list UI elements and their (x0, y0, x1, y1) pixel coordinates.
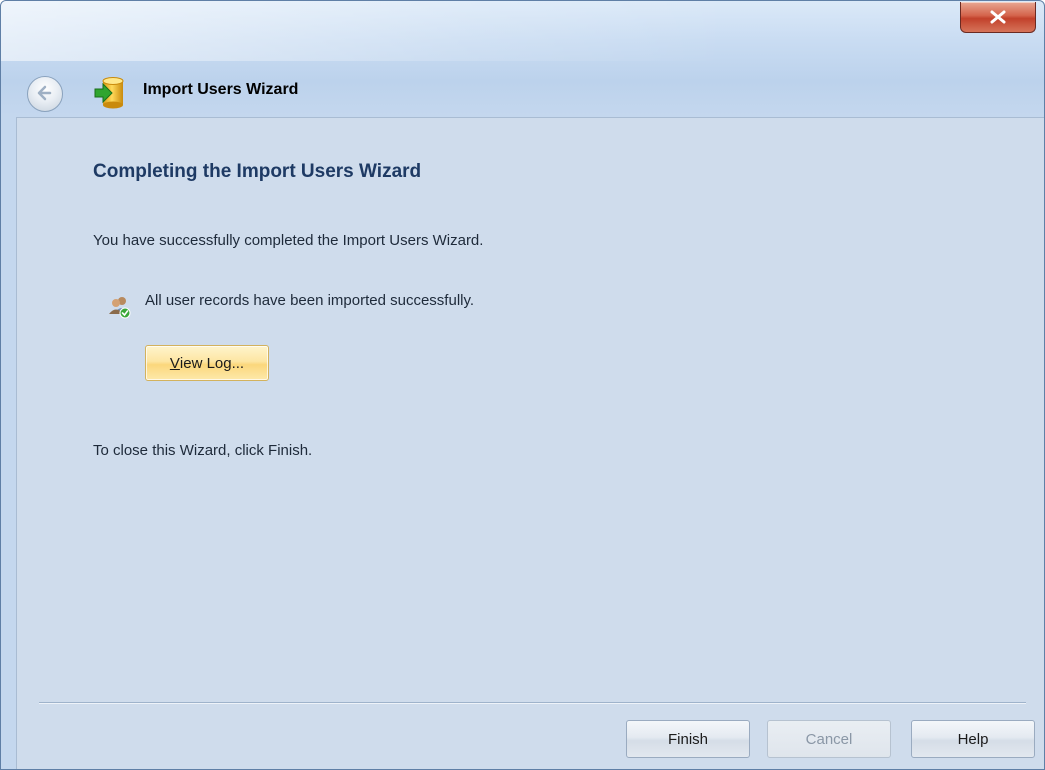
finish-button[interactable]: Finish (626, 720, 750, 758)
page-title: Completing the Import Users Wizard (93, 161, 422, 182)
footer-separator (39, 702, 1026, 704)
help-button[interactable]: Help (911, 720, 1035, 758)
back-arrow-icon (37, 85, 52, 101)
status-message: All user records have been imported succ… (145, 292, 475, 309)
view-log-button[interactable]: View Log... (145, 345, 269, 381)
close-icon (990, 10, 1006, 24)
success-message: You have successfully completed the Impo… (93, 232, 484, 249)
users-check-icon (109, 297, 131, 319)
close-hint: To close this Wizard, click Finish. (93, 442, 313, 459)
cancel-button[interactable]: Cancel (767, 720, 891, 758)
import-database-icon (94, 77, 124, 109)
view-log-accelerator: V (169, 354, 180, 372)
title-bar (1, 1, 1044, 61)
wizard-window: Import Users Wizard Completing the Impor… (0, 0, 1045, 770)
wizard-content: Completing the Import Users Wizard You h… (16, 117, 1044, 769)
back-button[interactable] (27, 76, 63, 112)
view-log-label: iew Log... (179, 354, 245, 372)
window-title: Import Users Wizard (143, 81, 299, 98)
close-button[interactable] (960, 2, 1036, 33)
